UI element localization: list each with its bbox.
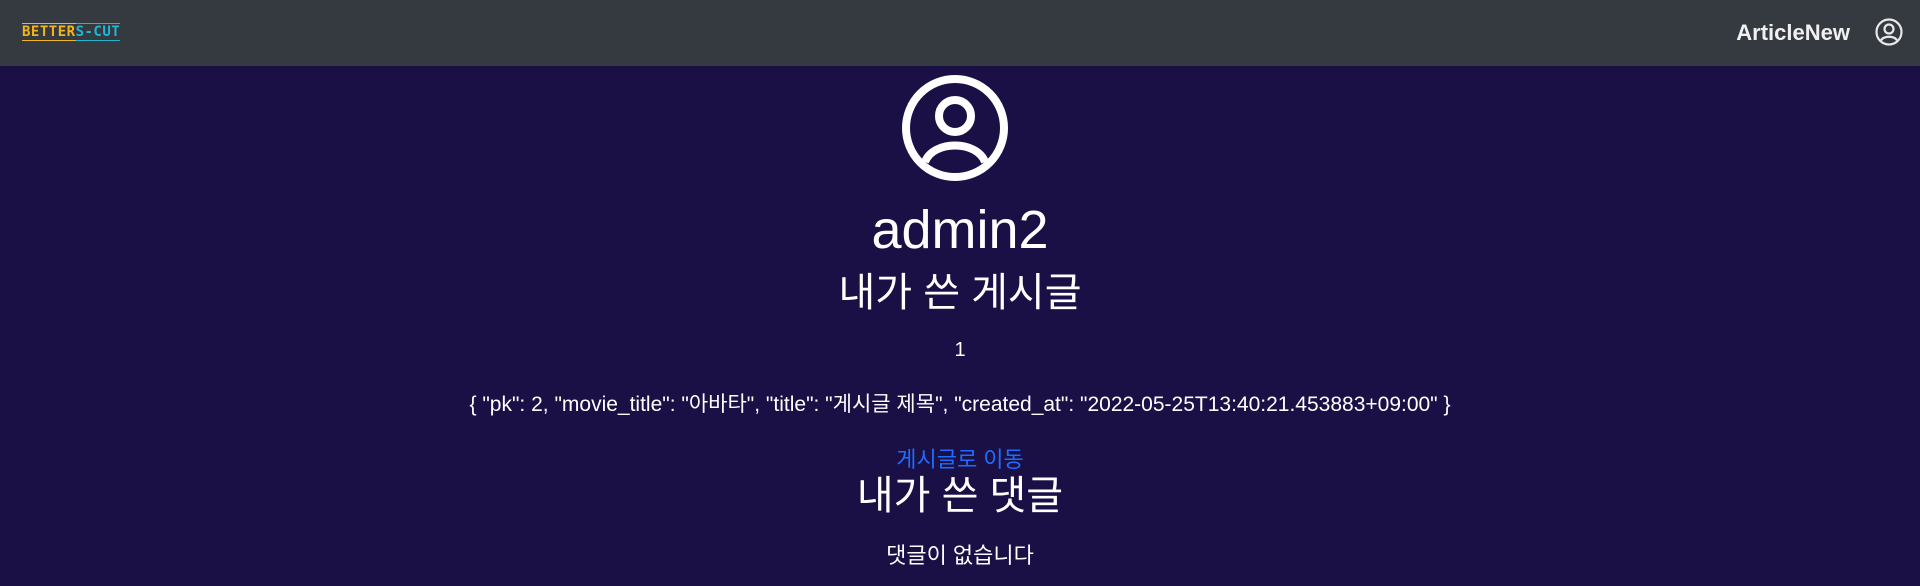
no-comments-message: 댓글이 없습니다 bbox=[886, 543, 1034, 568]
article-item: { "pk": 2, "movie_title": "아바타", "title"… bbox=[469, 393, 1451, 416]
go-to-article-link[interactable]: 게시글로 이동 bbox=[896, 447, 1024, 472]
my-articles-heading: 내가 쓴 게시글 bbox=[838, 271, 1082, 315]
user-circle-icon bbox=[902, 75, 1008, 181]
article-count: 1 bbox=[954, 339, 966, 361]
user-circle-icon[interactable] bbox=[1874, 17, 1904, 47]
avatar bbox=[901, 74, 1009, 182]
my-comments-heading: 내가 쓴 댓글 bbox=[856, 474, 1064, 518]
logo-part-1: BETTER bbox=[22, 23, 76, 41]
top-navbar: BETTERS-CUT ArticleNew bbox=[0, 0, 1920, 66]
username: admin2 bbox=[871, 200, 1049, 260]
logo-part-2: S-CUT bbox=[75, 23, 121, 41]
brand-logo[interactable]: BETTERS-CUT bbox=[22, 23, 121, 41]
article-new-link[interactable]: ArticleNew bbox=[1736, 20, 1850, 46]
